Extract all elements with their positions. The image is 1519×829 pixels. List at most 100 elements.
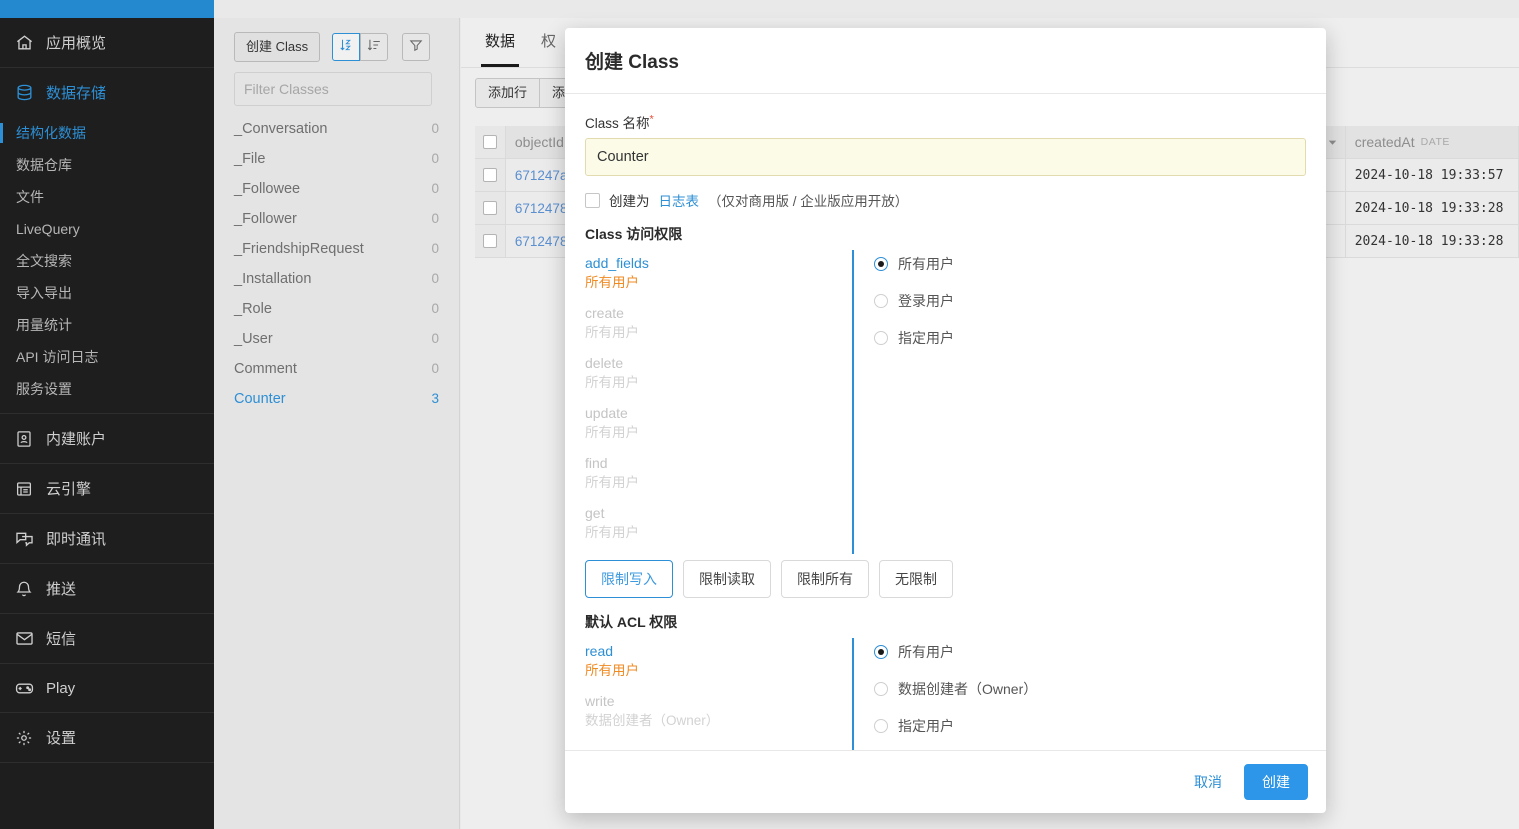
sidebar-item-data-warehouse[interactable]: 数据仓库 <box>0 149 214 181</box>
perm-item-update[interactable]: update 所有用户 <box>585 404 852 442</box>
perm-item-get[interactable]: get 所有用户 <box>585 504 852 542</box>
preset-restrict-all[interactable]: 限制所有 <box>781 560 869 598</box>
sidebar-section-storage: 数据存储 结构化数据 数据仓库 文件 LiveQuery 全文搜索 导入导出 用… <box>0 68 214 414</box>
add-row-button[interactable]: 添加行 <box>475 78 540 108</box>
list-item[interactable]: Comment0 <box>214 354 459 384</box>
class-name-input[interactable] <box>585 138 1306 176</box>
tab-data[interactable]: 数据 <box>485 30 515 67</box>
sidebar-item-api-logs[interactable]: API 访问日志 <box>0 341 214 373</box>
list-item[interactable]: _File0 <box>214 144 459 174</box>
log-table-suffix: （仅对商用版 / 企业版应用开放） <box>708 190 908 210</box>
acl-radio-owner[interactable]: 数据创建者（Owner） <box>874 679 1037 699</box>
acl-radio-all-users[interactable]: 所有用户 <box>874 642 1037 662</box>
filter-button[interactable] <box>402 33 430 61</box>
list-item[interactable]: _Follower0 <box>214 204 459 234</box>
sidebar-item-instant-messaging[interactable]: 即时通讯 <box>0 514 214 563</box>
cell-createdat[interactable]: 2024-10-18 19:33:28 <box>1346 225 1519 258</box>
list-item[interactable]: _Conversation0 <box>214 114 459 144</box>
sort-button-group <box>332 33 388 61</box>
sidebar-item-label: 即时通讯 <box>46 528 106 549</box>
class-list: _Conversation0 _File0 _Followee0 _Follow… <box>214 114 459 414</box>
perm-item-add-fields[interactable]: add_fields 所有用户 <box>585 254 852 292</box>
sidebar-item-sms[interactable]: 短信 <box>0 614 214 663</box>
list-item[interactable]: _Followee0 <box>214 174 459 204</box>
sidebar-subitem-label: 服务设置 <box>16 381 72 397</box>
preset-unrestricted[interactable]: 无限制 <box>879 560 953 598</box>
radio-button[interactable] <box>874 645 888 659</box>
cell-createdat[interactable]: 2024-10-18 19:33:57 <box>1346 159 1519 192</box>
radio-option-logged-in-users[interactable]: 登录用户 <box>874 291 954 311</box>
sort-alphabetical-button[interactable] <box>332 33 360 61</box>
column-header-createdat[interactable]: createdAt DATE <box>1346 126 1519 159</box>
sidebar-item-structured-data[interactable]: 结构化数据 <box>0 117 214 149</box>
sidebar-item-storage[interactable]: 数据存储 <box>0 68 214 117</box>
sidebar-item-usage-stats[interactable]: 用量统计 <box>0 309 214 341</box>
radio-button[interactable] <box>874 294 888 308</box>
row-select-cell[interactable] <box>475 225 506 258</box>
sidebar-item-label: Play <box>46 680 75 697</box>
checkbox[interactable] <box>483 234 497 248</box>
cell-createdat[interactable]: 2024-10-18 19:33:28 <box>1346 192 1519 225</box>
home-icon <box>14 33 34 53</box>
list-item[interactable]: _User0 <box>214 324 459 354</box>
sidebar-item-service-settings[interactable]: 服务设置 <box>0 373 214 405</box>
sidebar-item-livequery[interactable]: LiveQuery <box>0 213 214 245</box>
sort-order-button[interactable] <box>360 33 388 61</box>
perm-item-find[interactable]: find 所有用户 <box>585 454 852 492</box>
checkbox[interactable] <box>483 168 497 182</box>
perm-item-delete[interactable]: delete 所有用户 <box>585 354 852 392</box>
filter-classes-input[interactable] <box>234 72 432 106</box>
list-item[interactable]: _FriendshipRequest0 <box>214 234 459 264</box>
checkbox[interactable] <box>483 135 497 149</box>
sidebar-section-im: 即时通讯 <box>0 514 214 564</box>
preset-restrict-write[interactable]: 限制写入 <box>585 560 673 598</box>
radio-button[interactable] <box>874 257 888 271</box>
sidebar-item-fulltext-search[interactable]: 全文搜索 <box>0 245 214 277</box>
row-select-cell[interactable] <box>475 192 506 225</box>
sidebar-section-push: 推送 <box>0 564 214 614</box>
log-table-checkbox[interactable] <box>585 193 600 208</box>
radio-button[interactable] <box>874 682 888 696</box>
server-icon <box>14 479 34 499</box>
create-button[interactable]: 创建 <box>1244 764 1308 800</box>
log-table-link[interactable]: 日志表 <box>659 190 700 210</box>
list-item-counter[interactable]: Counter3 <box>214 384 459 414</box>
class-list-panel: 创建 Class _Conv <box>214 18 460 829</box>
sidebar-item-import-export[interactable]: 导入导出 <box>0 277 214 309</box>
sidebar-subitem-label: API 访问日志 <box>16 349 98 365</box>
perm-item-create[interactable]: create 所有用户 <box>585 304 852 342</box>
select-all-cell[interactable] <box>475 126 506 159</box>
log-table-row[interactable]: 创建为 日志表 （仅对商用版 / 企业版应用开放） <box>585 190 1306 210</box>
radio-label: 数据创建者（Owner） <box>898 679 1037 699</box>
sidebar-item-overview[interactable]: 应用概览 <box>0 18 214 67</box>
acl-item-write[interactable]: write 数据创建者（Owner） <box>585 692 852 730</box>
cancel-button[interactable]: 取消 <box>1186 766 1230 798</box>
radio-button[interactable] <box>874 719 888 733</box>
sidebar-item-files[interactable]: 文件 <box>0 181 214 213</box>
perm-value: 所有用户 <box>585 373 852 392</box>
radio-option-all-users[interactable]: 所有用户 <box>874 254 954 274</box>
list-item[interactable]: _Role0 <box>214 294 459 324</box>
sidebar-item-play[interactable]: Play <box>0 664 214 712</box>
sidebar-subitem-label: 结构化数据 <box>16 125 86 141</box>
sidebar-item-builtin-accounts[interactable]: 内建账户 <box>0 414 214 463</box>
checkbox[interactable] <box>483 201 497 215</box>
funnel-icon <box>409 38 423 57</box>
preset-restrict-read[interactable]: 限制读取 <box>683 560 771 598</box>
list-item[interactable]: _Installation0 <box>214 264 459 294</box>
sidebar-item-push[interactable]: 推送 <box>0 564 214 613</box>
tab-permissions[interactable]: 权 <box>541 30 556 67</box>
perm-key: add_fields <box>585 254 852 273</box>
create-class-button[interactable]: 创建 Class <box>234 32 320 62</box>
row-select-cell[interactable] <box>475 159 506 192</box>
create-class-dialog: 创建 Class Class 名称* 创建为 日志表 （仅对商用版 / 企业版应… <box>565 28 1326 813</box>
acl-item-read[interactable]: read 所有用户 <box>585 642 852 680</box>
acl-radio-specified-users[interactable]: 指定用户 <box>874 716 1037 736</box>
sidebar-item-settings[interactable]: 设置 <box>0 713 214 762</box>
class-name: Comment <box>234 359 297 379</box>
acl-permission-section: read 所有用户 write 数据创建者（Owner） 所有用户 <box>585 638 1306 750</box>
database-icon <box>14 83 34 103</box>
sidebar-item-cloud-engine[interactable]: 云引擎 <box>0 464 214 513</box>
radio-option-specified-users[interactable]: 指定用户 <box>874 328 954 348</box>
radio-button[interactable] <box>874 331 888 345</box>
